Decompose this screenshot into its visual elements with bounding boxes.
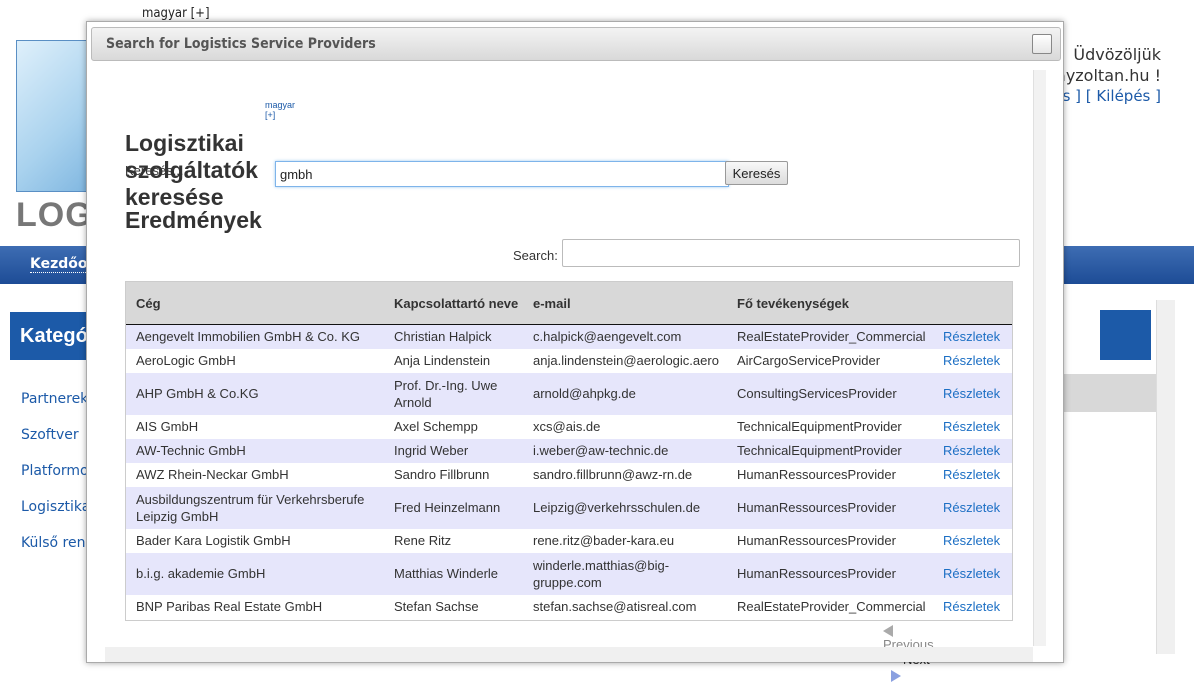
cell-company: AW-Technic GmbH [136,443,246,458]
details-link[interactable]: Részletek [933,595,1012,619]
arrow-right-icon [891,669,901,682]
cell-email: anja.lindenstein@aerologic.aero [533,353,719,368]
cell-contact: Axel Schempp [394,419,478,434]
cell-email: sandro.fillbrunn@awz-rn.de [533,467,693,482]
cell-activity: HumanRessourcesProvider [737,500,896,515]
cell-contact: Ingrid Weber [394,443,469,458]
cell-contact: Sandro Fillbrunn [394,467,490,482]
search-dialog: Search for Logistics Service Providers m… [86,21,1064,682]
cell-activity: HumanRessourcesProvider [737,566,896,581]
dialog-language-switch[interactable]: magyar [+] [265,100,295,120]
logout-link[interactable]: Kilépés [1096,87,1150,105]
logo-map-image [16,40,92,192]
right-panel-scroll [1156,300,1175,654]
dialog-header[interactable]: Search for Logistics Service Providers [91,27,1061,61]
cell-activity: TechnicalEquipmentProvider [737,419,902,434]
details-link[interactable]: Részletek [933,553,1012,595]
cell-email: arnold@ahpkg.de [533,386,636,401]
results-table-container: Cég Kapcsolattartó neve e-mail Fő tevéke… [125,281,1013,621]
dialog-bottom-bar [105,647,1033,662]
column-header-company[interactable]: Cég [126,282,384,325]
cell-activity: AirCargoServiceProvider [737,353,881,368]
sidebar-item-software[interactable]: Szoftver [21,427,79,443]
cell-company: b.i.g. akademie GmbH [136,566,266,581]
logo-text: LOG [16,196,93,234]
cell-contact: Stefan Sachse [394,599,479,614]
cell-email: winderle.matthias@big-gruppe.com [533,557,670,590]
close-icon[interactable] [1032,34,1052,54]
table-row: AeroLogic GmbH Anja Lindenstein anja.lin… [126,348,1012,373]
cell-contact: Christian Halpick [394,329,492,345]
details-link[interactable]: Részletek [933,373,1012,415]
language-switch[interactable]: magyar [+] [142,6,210,21]
right-panel-bar [1100,310,1151,360]
search-button[interactable]: Keresés [725,161,788,185]
table-row: AIS GmbH Axel Schempp xcs@ais.de Technic… [126,414,1012,439]
dialog-scrollbar[interactable] [1033,70,1046,646]
cell-email: xcs@ais.de [533,419,601,434]
cell-company: AWZ Rhein-Neckar GmbH [136,467,289,482]
cell-activity: ConsultingServicesProvider [737,386,897,401]
cell-company: Bader Kara Logistik GmbH [136,533,291,548]
table-row: b.i.g. akademie GmbH Matthias Winderle w… [126,552,1012,595]
cell-company: BNP Paribas Real Estate GmbH [136,599,323,614]
column-header-actions [933,282,1012,325]
column-header-email[interactable]: e-mail [523,282,727,325]
details-link[interactable]: Részletek [933,487,1012,529]
dialog-title: Search for Logistics Service Providers [106,36,376,52]
filter-label: Search: [513,248,558,263]
cell-activity: RealEstateProvider_Commercial [737,599,926,614]
cell-contact: Prof. Dr.-Ing. Uwe Arnold [394,377,498,410]
cell-contact: Matthias Winderle [394,566,499,581]
cell-activity: TechnicalEquipmentProvider [737,443,902,458]
results-table: Cég Kapcsolattartó neve e-mail Fő tevéke… [126,282,1012,619]
cell-email: stefan.sachse@atisreal.com [533,599,697,614]
cell-company: AeroLogic GmbH [136,353,236,368]
table-row: BNP Paribas Real Estate GmbH Stefan Sach… [126,594,1012,619]
details-link[interactable]: Részletek [933,529,1012,553]
cell-email: i.weber@aw-technic.de [533,443,669,458]
welcome-text: Üdvözöljük [1073,45,1161,64]
right-panel-gray [1060,374,1156,412]
details-link[interactable]: Részletek [933,415,1012,439]
table-row: Ausbildungszentrum für Verkehrsberufe Le… [126,486,1012,529]
table-row: AHP GmbH & Co.KG Prof. Dr.-Ing. Uwe Arno… [126,372,1012,415]
cell-activity: HumanRessourcesProvider [737,467,896,482]
arrow-left-icon [883,624,893,637]
cell-email: c.halpick@aengevelt.com [533,329,682,345]
sidebar-item-logistics[interactable]: Logisztikai [21,499,94,515]
filter-input[interactable] [562,239,1020,267]
cell-contact: Anja Lindenstein [394,353,491,368]
table-row: AW-Technic GmbH Ingrid Weber i.weber@aw-… [126,438,1012,463]
table-header-row: Cég Kapcsolattartó neve e-mail Fő tevéke… [126,282,1012,325]
column-header-contact[interactable]: Kapcsolattartó neve [384,282,523,325]
cell-activity: RealEstateProvider_Commercial [737,329,926,345]
cell-company: Ausbildungszentrum für Verkehrsberufe Le… [136,491,365,524]
cell-company: AIS GmbH [136,419,199,434]
results-heading: Eredmények [125,207,262,233]
table-row: Bader Kara Logistik GmbH Rene Ritz rene.… [126,528,1012,553]
table-row: Aengevelt Immobilien GmbH & Co. KG Chris… [126,324,1012,349]
details-link[interactable]: Részletek [933,463,1012,487]
table-row: AWZ Rhein-Neckar GmbH Sandro Fillbrunn s… [126,462,1012,487]
search-input[interactable] [275,161,729,187]
search-label: Keresés... [125,163,184,178]
details-link[interactable]: Részletek [933,325,1012,349]
cell-company: Aengevelt Immobilien GmbH & Co. KG [136,329,360,345]
cell-company: AHP GmbH & Co.KG [136,386,259,401]
cell-contact: Fred Heinzelmann [394,500,501,515]
cell-contact: Rene Ritz [394,533,452,548]
cell-email: rene.ritz@bader-kara.eu [533,533,675,548]
cell-email: Leipzig@verkehrsschulen.de [533,500,701,515]
column-header-activity[interactable]: Fő tevékenységek [727,282,933,325]
details-link[interactable]: Részletek [933,439,1012,463]
cell-activity: HumanRessourcesProvider [737,533,896,548]
details-link[interactable]: Részletek [933,349,1012,373]
